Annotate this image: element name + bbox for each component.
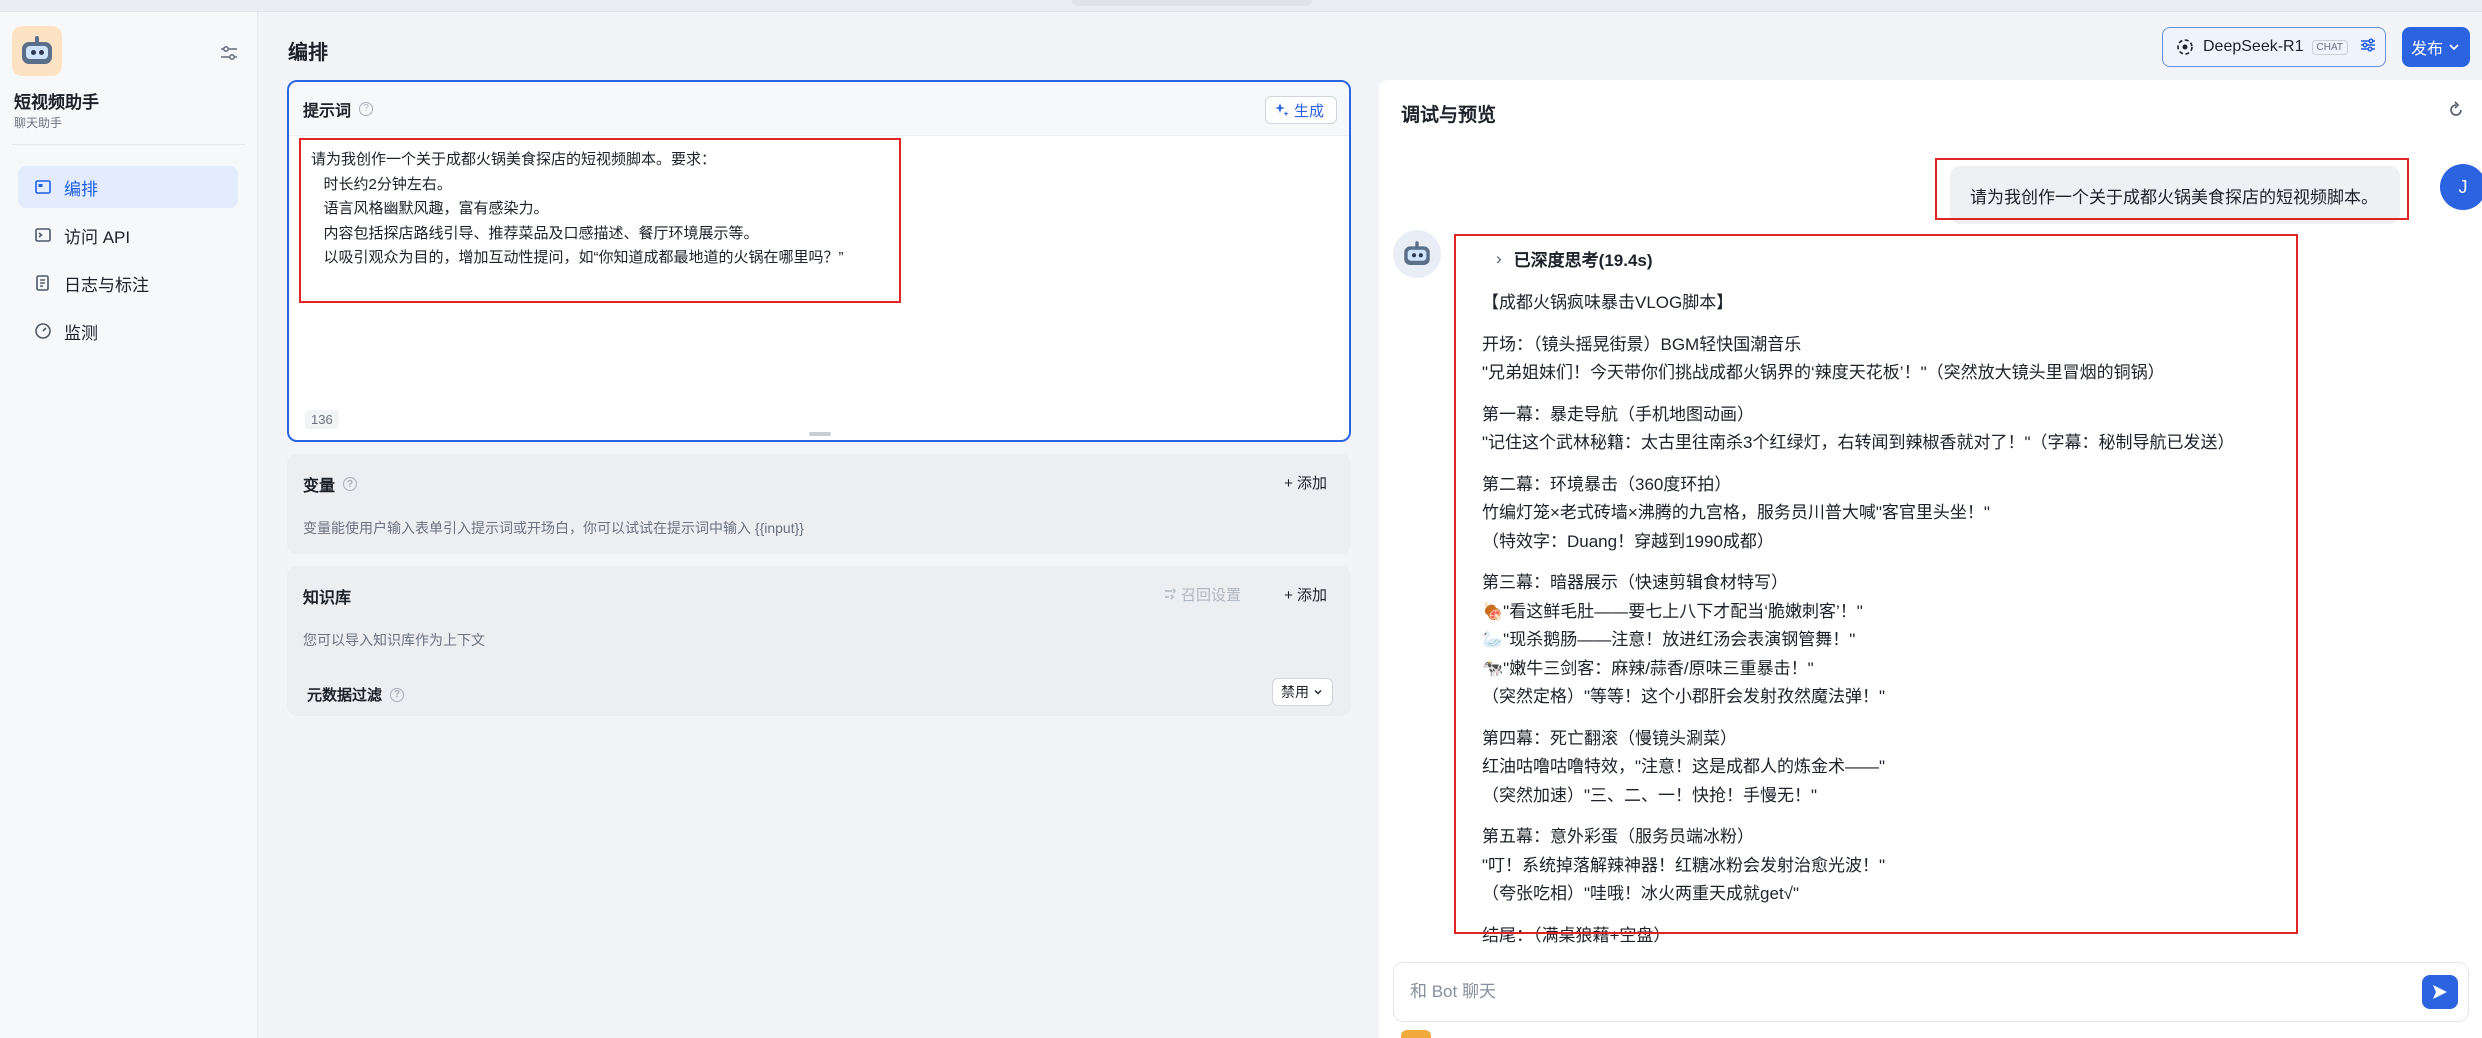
help-icon[interactable]: ? bbox=[359, 101, 374, 116]
chevron-down-icon bbox=[1314, 690, 1322, 695]
knowledge-description: 您可以导入知识库作为上下文 bbox=[303, 632, 485, 648]
app-settings-button[interactable] bbox=[216, 40, 242, 66]
metadata-filter-select[interactable]: 禁用 bbox=[1272, 678, 1333, 706]
robot-icon bbox=[1403, 241, 1432, 267]
log-icon bbox=[32, 272, 54, 294]
app-avatar bbox=[12, 26, 62, 76]
debug-preview-panel: 调试与预览 请为我创作一个关于成都火锅美食探店的短视频脚本。 J › 已深度思考… bbox=[1379, 80, 2482, 1038]
user-avatar: J bbox=[2440, 164, 2482, 210]
sliders-icon bbox=[221, 45, 237, 61]
generate-prompt-button[interactable]: 生成 bbox=[1264, 96, 1337, 124]
sidebar-item-api[interactable]: 访问 API bbox=[18, 214, 238, 256]
sidebar: 短视频助手 聊天助手 编排 访问 API 日志与标注 监测 bbox=[0, 12, 258, 1038]
model-mode-badge: CHAT bbox=[2311, 39, 2348, 55]
help-icon[interactable]: ? bbox=[343, 477, 358, 491]
publish-button[interactable]: 发布 bbox=[2402, 27, 2470, 67]
help-icon[interactable]: ? bbox=[390, 687, 405, 702]
send-icon bbox=[2433, 985, 2447, 999]
model-icon bbox=[2177, 39, 2193, 55]
prompt-label: 提示词 bbox=[303, 102, 352, 120]
gauge-icon bbox=[32, 320, 54, 342]
sidebar-nav: 编排 访问 API 日志与标注 监测 bbox=[18, 166, 238, 358]
app-name: 短视频助手 bbox=[14, 93, 99, 112]
knowledge-section: 知识库 召回设置 + 添加 您可以导入知识库作为上下文 元数据过滤 ? 禁用 bbox=[287, 566, 1351, 716]
publish-label: 发布 bbox=[2410, 41, 2443, 58]
window-top-strip bbox=[0, 0, 2482, 12]
avatar-peek bbox=[1401, 1030, 1431, 1038]
layout-icon bbox=[32, 176, 54, 198]
page-title: 编排 bbox=[288, 42, 328, 64]
knowledge-title: 知识库 bbox=[303, 590, 352, 607]
variables-label: 变量 bbox=[303, 478, 336, 495]
sidebar-item-orchestrate[interactable]: 编排 bbox=[18, 166, 238, 208]
sidebar-item-logs[interactable]: 日志与标注 bbox=[18, 262, 238, 304]
sidebar-item-label: 监测 bbox=[64, 323, 98, 343]
sidebar-item-label: 访问 API bbox=[64, 227, 131, 247]
add-knowledge-button[interactable]: + 添加 bbox=[1284, 584, 1327, 605]
resize-handle[interactable] bbox=[809, 432, 831, 436]
generate-label: 生成 bbox=[1293, 102, 1324, 120]
metadata-filter-value: 禁用 bbox=[1281, 684, 1309, 700]
variables-section: 变量 ? + 添加 变量能使用户输入表单引入提示词或开场白，你可以试试在提示词中… bbox=[287, 454, 1351, 554]
chevron-down-icon bbox=[2449, 44, 2459, 51]
add-variable-button[interactable]: + 添加 bbox=[1284, 472, 1327, 493]
recall-settings-label: 召回设置 bbox=[1180, 587, 1241, 604]
sidebar-item-label: 日志与标注 bbox=[64, 275, 149, 295]
highlight-box bbox=[1935, 158, 2409, 220]
app-type: 聊天助手 bbox=[14, 116, 63, 130]
drag-handle[interactable] bbox=[1072, 0, 1312, 6]
variables-title: 变量 ? bbox=[303, 472, 358, 496]
char-count: 136 bbox=[305, 410, 339, 429]
sliders-icon bbox=[2358, 35, 2378, 60]
chat-input[interactable] bbox=[1410, 977, 2390, 1007]
sparkle-icon bbox=[1274, 103, 1289, 117]
bot-avatar bbox=[1393, 230, 1441, 278]
model-name: DeepSeek-R1 bbox=[2203, 38, 2304, 55]
refresh-icon bbox=[2450, 101, 2462, 116]
highlight-box bbox=[1454, 234, 2298, 934]
metadata-filter-label: 元数据过滤 bbox=[307, 687, 383, 704]
recall-settings-button[interactable]: 召回设置 bbox=[1163, 584, 1241, 605]
terminal-icon bbox=[32, 224, 54, 246]
prompt-header: 提示词 ? 生成 bbox=[289, 82, 1349, 136]
sidebar-divider bbox=[12, 144, 245, 145]
chat-input-area bbox=[1393, 962, 2469, 1022]
robot-icon bbox=[20, 36, 54, 66]
recall-settings-icon bbox=[1164, 588, 1176, 600]
sidebar-item-monitor[interactable]: 监测 bbox=[18, 310, 238, 352]
restart-chat-button[interactable] bbox=[2446, 100, 2466, 125]
prompt-editor: 提示词 ? 生成 请为我创作一个关于成都火锅美食探店的短视频脚本。要求： 时长约… bbox=[287, 80, 1351, 442]
preview-title: 调试与预览 bbox=[1401, 105, 1497, 126]
send-button[interactable] bbox=[2422, 975, 2458, 1009]
variables-description: 变量能使用户输入表单引入提示词或开场白，你可以试试在提示词中输入 {{input… bbox=[303, 520, 804, 536]
model-selector-button[interactable]: DeepSeek-R1 CHAT bbox=[2162, 27, 2386, 67]
metadata-filter-title: 元数据过滤 ? bbox=[307, 684, 405, 705]
highlight-box bbox=[299, 138, 901, 303]
sidebar-item-label: 编排 bbox=[64, 179, 98, 199]
